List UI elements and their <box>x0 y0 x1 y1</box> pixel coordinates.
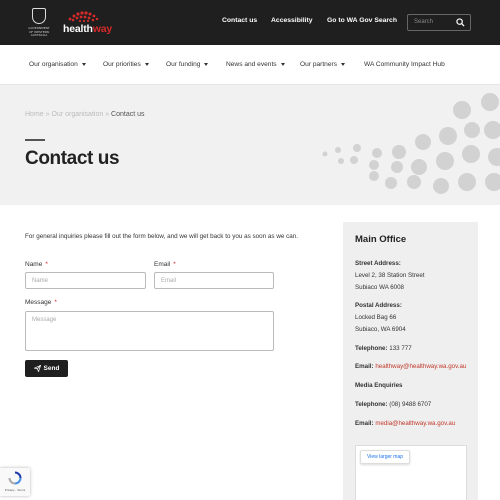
media-enquiries-heading: Media Enquiries <box>355 382 402 389</box>
main-office-panel: Main Office Street Address: Level 2, 38 … <box>343 222 478 500</box>
nav-label: Our organisation <box>29 61 78 68</box>
street-address-heading: Street Address: <box>355 260 401 267</box>
message-label-text: Message <box>25 299 52 306</box>
chevron-down-icon <box>280 62 285 66</box>
street-line-1: Level 2, 38 Station Street <box>355 272 425 279</box>
chevron-down-icon <box>81 62 86 66</box>
postal-address-heading: Postal Address: <box>355 302 402 309</box>
top-link-contact-us[interactable]: Contact us <box>222 17 257 24</box>
required-mark: * <box>45 261 48 268</box>
healthway-wordmark[interactable]: healthway <box>63 23 112 35</box>
nav-item-our-organisation[interactable]: Our organisation <box>29 61 86 68</box>
breadcrumb-home-link[interactable]: Home <box>25 111 44 118</box>
name-placeholder: Name <box>32 278 49 284</box>
recaptcha-icon <box>8 471 22 485</box>
nav-label: Our priorities <box>103 61 141 68</box>
media-email-link[interactable]: media@healthway.wa.gov.au <box>375 420 455 427</box>
name-field[interactable]: Name <box>25 272 146 289</box>
page-hero: Home » Our organisation » Contact us Con… <box>0 85 500 205</box>
media-telephone-value[interactable]: (08) 9488 6707 <box>389 401 431 408</box>
nav-item-our-priorities[interactable]: Our priorities <box>103 61 149 68</box>
nav-item-wa-community-impact-hub[interactable]: WA Community Impact Hub <box>364 61 445 68</box>
logo-suffix: way <box>92 23 112 35</box>
nav-label: Our partners <box>300 61 338 68</box>
message-placeholder: Message <box>32 317 57 323</box>
media-email-label: Email: <box>355 420 374 427</box>
send-button-label: Send <box>43 365 60 372</box>
street-heading-text: Street Address: <box>355 260 401 267</box>
telephone-value[interactable]: 133 777 <box>389 345 411 352</box>
media-telephone-row: Telephone: (08) 9488 6707 <box>355 401 431 408</box>
email-label: Email * <box>154 261 176 268</box>
message-field[interactable]: Message <box>25 311 274 351</box>
office-map[interactable]: View larger map <box>355 445 467 500</box>
postal-heading-text: Postal Address: <box>355 302 402 309</box>
top-link-accessibility[interactable]: Accessibility <box>271 17 313 24</box>
view-larger-map-button[interactable]: View larger map <box>360 450 411 464</box>
nav-item-news-and-events[interactable]: News and events <box>226 61 285 68</box>
nav-label: Our funding <box>166 61 201 68</box>
telephone-label: Telephone: <box>355 345 388 352</box>
search-placeholder: Search <box>414 19 434 25</box>
nav-item-our-funding[interactable]: Our funding <box>166 61 209 68</box>
chevron-down-icon <box>341 62 346 66</box>
street-line-2: Subiaco WA 6008 <box>355 284 404 291</box>
breadcrumb-current: Contact us <box>111 111 145 118</box>
breadcrumb-separator: » <box>103 111 112 118</box>
search-icon[interactable] <box>456 18 465 27</box>
media-telephone-label: Telephone: <box>355 401 388 408</box>
main-office-title: Main Office <box>355 234 407 245</box>
main-navigation: Our organisation Our priorities Our fund… <box>0 45 500 85</box>
decorative-dots-pattern <box>322 93 500 194</box>
page-title: Contact us <box>25 148 120 169</box>
paper-plane-icon <box>33 365 41 372</box>
logo-prefix: health <box>63 23 93 35</box>
search-input[interactable]: Search <box>407 14 471 31</box>
email-placeholder: Email <box>161 278 177 284</box>
email-field[interactable]: Email <box>154 272 274 289</box>
top-bar: GOVERNMENT OF WESTERN AUSTRALIA healthwa… <box>0 0 500 45</box>
breadcrumb-our-organisation-link[interactable]: Our organisation <box>51 111 103 118</box>
name-label: Name * <box>25 261 48 268</box>
recaptcha-badge[interactable]: Privacy - Terms <box>0 468 30 496</box>
wa-government-crest[interactable]: GOVERNMENT OF WESTERN AUSTRALIA <box>26 8 52 38</box>
top-link-wa-gov-search[interactable]: Go to WA Gov Search <box>327 17 397 24</box>
send-button[interactable]: Send <box>25 360 68 377</box>
email-row: Email: healthway@healthway.wa.gov.au <box>355 363 466 370</box>
chevron-down-icon <box>204 62 209 66</box>
email-row-label: Email: <box>355 363 374 370</box>
nav-label: WA Community Impact Hub <box>364 61 445 68</box>
media-heading-text: Media Enquiries <box>355 382 403 389</box>
breadcrumb: Home » Our organisation » Contact us <box>25 111 145 118</box>
chevron-down-icon <box>144 62 149 66</box>
crest-text: GOVERNMENT OF WESTERN AUSTRALIA <box>28 26 50 37</box>
message-label: Message * <box>25 299 57 306</box>
name-label-text: Name <box>25 261 43 268</box>
crest-icon <box>32 8 46 24</box>
required-mark: * <box>173 261 176 268</box>
postal-line-2: Subiaco, WA 6904 <box>355 326 406 333</box>
title-accent-rule <box>25 139 45 141</box>
required-mark: * <box>54 299 57 306</box>
nav-label: News and events <box>226 61 277 68</box>
media-email-row: Email: media@healthway.wa.gov.au <box>355 420 455 427</box>
nav-item-our-partners[interactable]: Our partners <box>300 61 346 68</box>
postal-line-1: Locked Bag 66 <box>355 314 397 321</box>
recaptcha-links[interactable]: Privacy - Terms <box>1 488 29 492</box>
email-label-text: Email <box>154 261 171 268</box>
office-email-link[interactable]: healthway@healthway.wa.gov.au <box>375 363 466 370</box>
form-intro-text: For general inquiries please fill out th… <box>25 233 299 240</box>
telephone-row: Telephone: 133 777 <box>355 345 412 352</box>
